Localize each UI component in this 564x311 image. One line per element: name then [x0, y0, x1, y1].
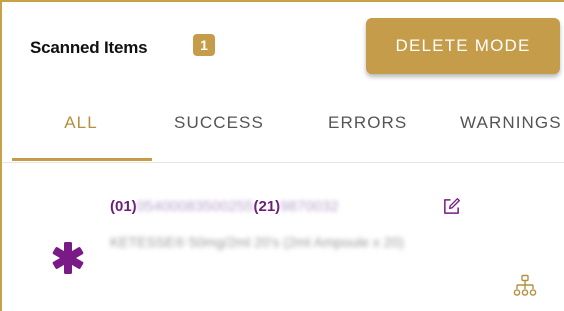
serial-ai-label: (21): [253, 198, 281, 215]
tab-warnings[interactable]: WARNINGS: [460, 92, 562, 160]
gtin-ai-label: (01): [110, 198, 137, 215]
asterisk-icon: [52, 242, 84, 274]
active-tab-indicator: [12, 158, 152, 161]
list-item[interactable]: (01)05400083500255(21)9870032 KETESSE® 5…: [2, 180, 564, 311]
page-title: Scanned Items: [30, 38, 148, 57]
hierarchy-icon[interactable]: [513, 274, 537, 298]
scanned-items-panel: Scanned Items 1 DELETE MODE ALL SUCCESS …: [0, 0, 564, 311]
item-description: KETESSE® 50mg/2ml 20's (2ml Ampoule x 20…: [110, 234, 404, 250]
status-tabs: ALL SUCCESS ERRORS WARNINGS: [2, 92, 564, 163]
tab-success[interactable]: SUCCESS: [174, 92, 264, 160]
item-count-badge: 1: [193, 34, 215, 56]
tab-all[interactable]: ALL: [12, 92, 150, 160]
barcode-data: (01)05400083500255(21)9870032: [110, 198, 339, 215]
tab-errors[interactable]: ERRORS: [328, 92, 407, 160]
gtin-value: 05400083500255: [136, 198, 254, 215]
serial-value: 9870032: [280, 198, 339, 215]
panel-header: Scanned Items 1 DELETE MODE: [2, 2, 564, 90]
edit-icon[interactable]: [442, 197, 461, 216]
delete-mode-button[interactable]: DELETE MODE: [366, 18, 560, 74]
